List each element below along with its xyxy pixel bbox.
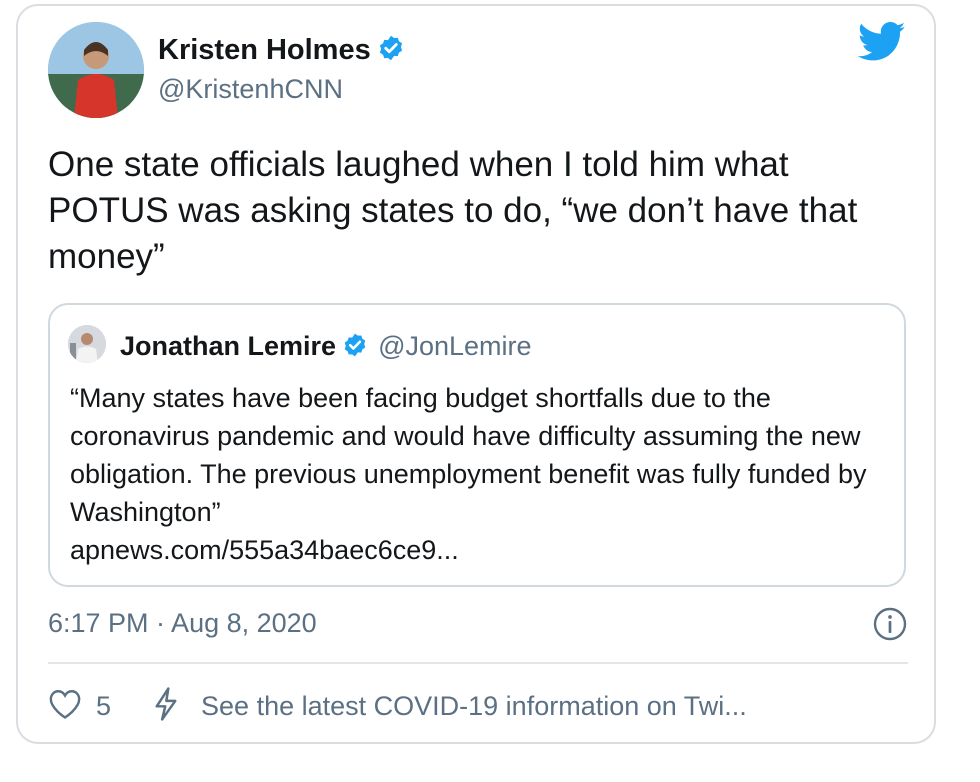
covid-info-link[interactable]: See the latest COVID-19 information on T… [201,691,747,722]
tweet-text: One state officials laughed when I told … [48,145,858,276]
author-avatar[interactable] [48,22,144,118]
quoted-tweet-card[interactable]: Jonathan Lemire @JonLemire “Many states h… [48,303,906,587]
info-icon[interactable] [872,606,908,647]
quoted-verified-badge-icon [342,332,368,365]
author-name-text: Kristen Holmes [158,34,371,66]
quoted-avatar-photo [68,325,106,363]
quoted-author-handle: @JonLemire [378,331,532,361]
quoted-tweet-text: “Many states have been facing budget sho… [70,383,867,527]
lightning-icon[interactable] [153,686,179,726]
quoted-author-line: Jonathan Lemire @JonLemire [120,331,532,365]
quoted-author-name: Jonathan Lemire [120,331,337,361]
quoted-author-avatar [68,325,106,363]
verified-badge-icon [377,34,405,70]
tweet-actions: 5 See the latest COVID-19 information on… [48,686,747,726]
tweet-timestamp[interactable]: 6:17 PM · Aug 8, 2020 [48,608,317,639]
quoted-tweet-link[interactable]: apnews.com/555a34baec6ce9... [70,531,890,569]
avatar-photo [48,22,144,118]
quoted-tweet-body: “Many states have been facing budget sho… [70,379,890,569]
divider [48,662,908,664]
like-count[interactable]: 5 [96,691,111,722]
author-name[interactable]: Kristen Holmes [158,34,405,70]
like-button[interactable] [48,688,82,725]
twitter-bird-icon[interactable] [857,22,906,67]
author-handle[interactable]: @KristenhCNN [158,74,343,105]
heart-icon [49,689,81,719]
